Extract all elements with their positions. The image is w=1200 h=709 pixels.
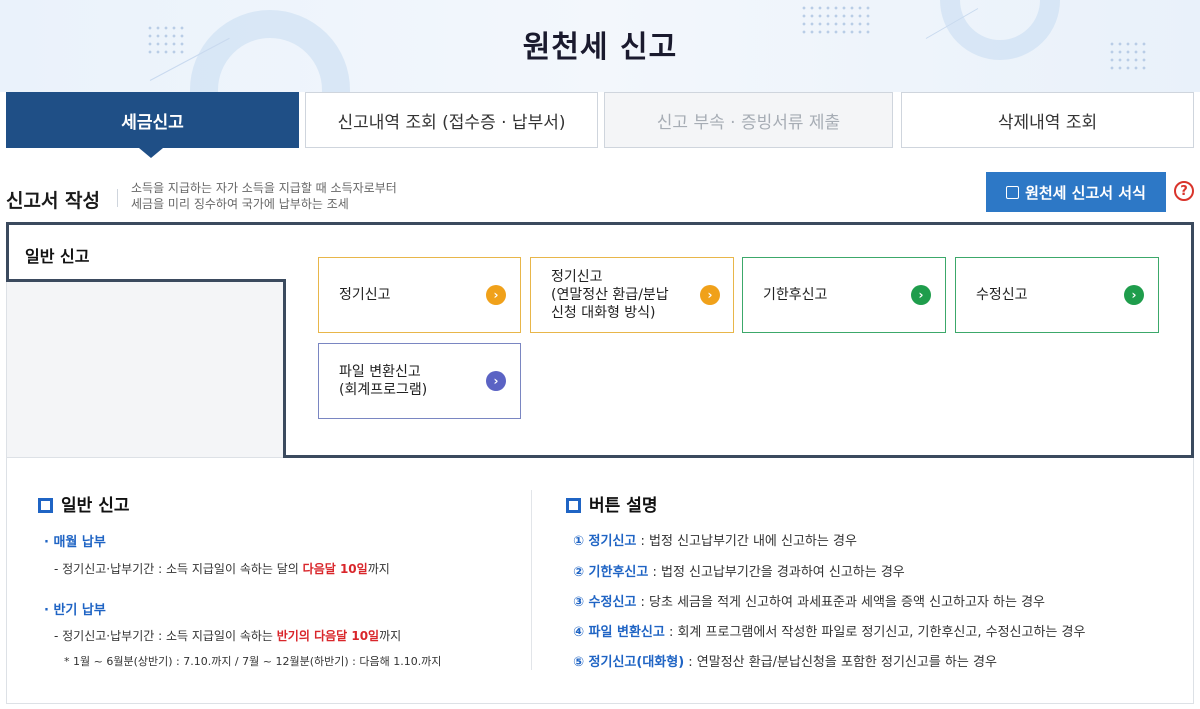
form-button-label: 원천세 신고서 서식 <box>1025 183 1146 202</box>
text: - 정기신고·납부기간 : 소득 지급일이 속하는 달의 <box>54 562 303 576</box>
tab-bar: 세금신고 신고내역 조회 (접수증 · 납부서) 신고 부속 · 증빙서류 제출… <box>6 92 1194 148</box>
square-bullet-icon <box>566 498 581 513</box>
button-desc-item: ② 기한후신고 : 법정 신고납부기간을 경과하여 신고하는 경우 <box>573 561 905 580</box>
text: : 연말정산 환급/분납신청을 포함한 정기신고를 하는 경우 <box>684 655 997 670</box>
text: : 법정 신고납부기간을 경과하여 신고하는 경우 <box>648 565 905 580</box>
button-desc-item: ③ 수정신고 : 당초 세금을 적게 신고하여 과세표준과 세액을 증액 신고하… <box>573 591 1045 610</box>
monthly-payment-period: - 정기신고·납부기간 : 소득 지급일이 속하는 달의 다음달 10일까지 <box>54 560 390 577</box>
chevron-right-icon: › <box>1124 285 1144 305</box>
section-divider <box>117 189 118 207</box>
option-amended-report[interactable]: 수정신고 › <box>955 257 1159 333</box>
withholding-form-button[interactable]: 원천세 신고서 서식 <box>986 172 1166 212</box>
checkbox-edit-icon <box>1006 185 1020 199</box>
key: ⑤ 정기신고(대화형) <box>573 655 685 670</box>
section-description: 소득을 지급하는 자가 소득을 지급할 때 소득자로부터 세금을 미리 징수하여… <box>131 180 397 212</box>
chevron-right-icon: › <box>700 285 720 305</box>
text: - 정기신고·납부기간 : 소득 지급일이 속하는 <box>54 629 277 643</box>
text: : 당초 세금을 적게 신고하여 과세표준과 세액을 증액 신고하고자 하는 경… <box>636 595 1046 610</box>
info-buttons-title: 버튼 설명 <box>566 491 657 516</box>
chevron-right-icon: › <box>486 285 506 305</box>
text: : 회계 프로그램에서 작성한 파일로 정기신고, 기한후신고, 수정신고하는 … <box>664 625 1086 640</box>
monthly-payment-title: · 매월 납부 <box>44 535 106 550</box>
key: ① 정기신고 <box>573 534 637 549</box>
option-label-text: 파일 변환신고 (회계프로그램) <box>339 364 428 398</box>
section-title: 신고서 작성 <box>6 190 101 212</box>
page-banner: 원천세 신고 <box>0 0 1200 92</box>
tab-tax-report[interactable]: 세금신고 <box>6 92 299 148</box>
button-desc-item: ⑤ 정기신고(대화형) : 연말정산 환급/분납신청을 포함한 정기신고를 하는… <box>573 651 997 670</box>
tab-report-history[interactable]: 신고내역 조회 (접수증 · 납부서) <box>305 92 598 148</box>
key: ② 기한후신고 <box>573 565 649 580</box>
section-description-line: 소득을 지급하는 자가 소득을 지급할 때 소득자로부터 <box>131 181 397 195</box>
text: : 법정 신고납부기간 내에 신고하는 경우 <box>636 534 857 549</box>
option-label-text: 정기신고 (연말정산 환급/분납 신청 대화형 방식) <box>551 269 669 321</box>
option-label: 정기신고 (연말정산 환급/분납 신청 대화형 방식) <box>551 268 669 322</box>
panel-tab-label: 일반 신고 <box>25 247 90 266</box>
info-general-title: 일반 신고 <box>38 491 129 516</box>
half-payment-title: · 반기 납부 <box>44 603 106 618</box>
tab-attachment-submit[interactable]: 신고 부속 · 증빙서류 제출 <box>604 92 893 148</box>
button-desc-item: ④ 파일 변환신고 : 회계 프로그램에서 작성한 파일로 정기신고, 기한후신… <box>573 621 1085 640</box>
key: ④ 파일 변환신고 <box>573 625 665 640</box>
option-late-report[interactable]: 기한후신고 › <box>742 257 946 333</box>
text: 까지 <box>379 629 402 643</box>
highlight: 다음달 10일 <box>302 562 368 576</box>
panel-tab-joint <box>282 225 288 279</box>
chevron-right-icon: › <box>911 285 931 305</box>
option-label: 기한후신고 <box>763 287 828 303</box>
key: ③ 수정신고 <box>573 595 637 610</box>
text: 까지 <box>367 562 390 576</box>
tab-deleted-history[interactable]: 삭제내역 조회 <box>901 92 1194 148</box>
chevron-right-icon: › <box>486 371 506 391</box>
option-label: 수정신고 <box>976 287 1028 303</box>
info-general-title-text: 일반 신고 <box>61 496 130 516</box>
button-desc-item: ① 정기신고 : 법정 신고납부기간 내에 신고하는 경우 <box>573 530 857 549</box>
panel-tab-general[interactable]: 일반 신고 <box>6 222 286 282</box>
highlight: 반기의 다음달 10일 <box>276 629 380 643</box>
page-title: 원천세 신고 <box>522 30 678 65</box>
info-buttons-title-text: 버튼 설명 <box>589 496 658 516</box>
section-description-line: 세금을 미리 징수하여 국가에 납부하는 조세 <box>131 197 349 211</box>
info-divider <box>531 490 532 670</box>
help-icon[interactable]: ? <box>1174 181 1194 201</box>
option-file-conversion-report[interactable]: 파일 변환신고 (회계프로그램) › <box>318 343 521 419</box>
square-bullet-icon <box>38 498 53 513</box>
active-tab-indicator <box>139 148 163 158</box>
option-label: 정기신고 <box>339 287 391 303</box>
half-payment-period: - 정기신고·납부기간 : 소득 지급일이 속하는 반기의 다음달 10일까지 <box>54 627 401 644</box>
option-label: 파일 변환신고 (회계프로그램) <box>339 363 427 399</box>
half-payment-note: * 1월 ~ 6월분(상반기) : 7.10.까지 / 7월 ~ 12월분(하반… <box>64 655 442 668</box>
option-regular-report-interactive[interactable]: 정기신고 (연말정산 환급/분납 신청 대화형 방식) › <box>530 257 734 333</box>
option-regular-report[interactable]: 정기신고 › <box>318 257 521 333</box>
